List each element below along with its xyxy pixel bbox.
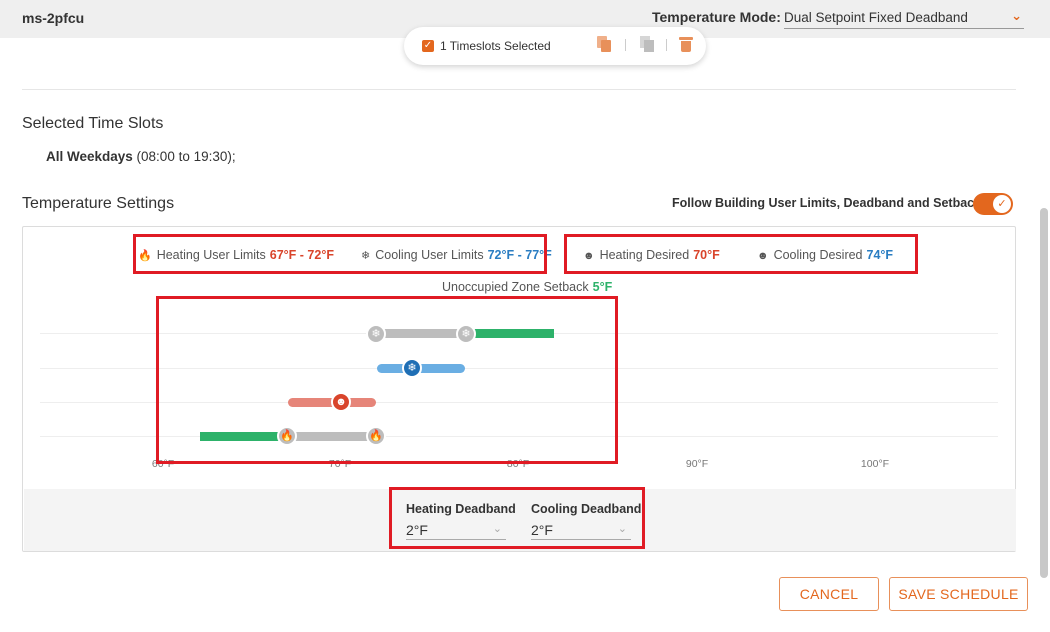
selected-days-detail: (08:00 to 19:30); bbox=[132, 149, 236, 164]
temperature-mode-value: Dual Setpoint Fixed Deadband bbox=[784, 10, 968, 25]
selected-days-bold: All Weekdays bbox=[46, 149, 133, 164]
section-divider bbox=[22, 89, 1016, 90]
highlight-deadband bbox=[389, 487, 645, 549]
follow-building-limits-toggle[interactable]: ✓ bbox=[973, 193, 1013, 215]
highlight-desired bbox=[564, 234, 918, 274]
unoccupied-setback-label: Unoccupied Zone Setback bbox=[442, 280, 589, 294]
toolbar-divider bbox=[625, 39, 626, 51]
unoccupied-zone-setback: Unoccupied Zone Setback 5°F bbox=[442, 280, 612, 294]
temperature-mode-label: Temperature Mode: bbox=[652, 9, 781, 25]
paste-icon[interactable] bbox=[640, 36, 654, 52]
timeslot-toolbar: ✓ 1 Timeslots Selected bbox=[404, 27, 706, 65]
temperature-mode-select[interactable]: Dual Setpoint Fixed Deadband ⌄ bbox=[784, 7, 1024, 29]
highlight-sliders bbox=[156, 296, 618, 464]
unoccupied-setback-value: 5°F bbox=[592, 280, 613, 294]
scale-tick: 100°F bbox=[860, 458, 890, 470]
schedule-editor: ms-2pfcu Temperature Mode: Dual Setpoint… bbox=[0, 0, 1050, 632]
temperature-settings-heading: Temperature Settings bbox=[22, 195, 175, 212]
timeslots-selected-label: 1 Timeslots Selected bbox=[440, 39, 551, 53]
device-name: ms-2pfcu bbox=[22, 10, 85, 26]
timeslot-checkbox[interactable]: ✓ bbox=[422, 40, 434, 52]
scrollbar[interactable] bbox=[1040, 208, 1048, 578]
selected-time-slots-heading: Selected Time Slots bbox=[22, 115, 164, 132]
cancel-button[interactable]: CANCEL bbox=[779, 577, 879, 611]
scale-tick: 90°F bbox=[685, 458, 709, 470]
check-icon: ✓ bbox=[993, 195, 1011, 213]
highlight-user-limits bbox=[133, 234, 547, 274]
toolbar-divider bbox=[666, 39, 667, 51]
selected-days: All Weekdays (08:00 to 19:30); bbox=[46, 149, 236, 164]
follow-building-limits-label: Follow Building User Limits, Deadband an… bbox=[672, 196, 982, 210]
trash-icon[interactable] bbox=[679, 37, 693, 52]
save-schedule-button[interactable]: SAVE SCHEDULE bbox=[889, 577, 1028, 611]
copy-icon[interactable] bbox=[597, 36, 611, 52]
chevron-down-icon: ⌄ bbox=[1011, 8, 1022, 23]
